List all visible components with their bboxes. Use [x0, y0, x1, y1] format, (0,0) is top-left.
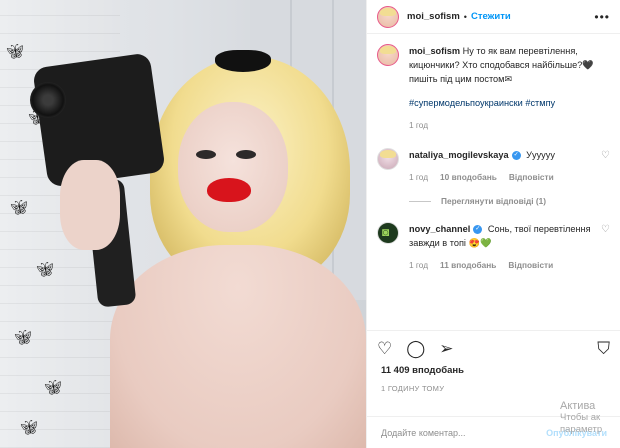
commenter-avatar[interactable]: [377, 222, 399, 244]
caption-username[interactable]: moi_sofism: [409, 46, 460, 56]
comment-heart-icon[interactable]: ♡: [601, 224, 610, 235]
comment-username[interactable]: novy_channel: [409, 224, 470, 234]
verified-badge-icon: ✓: [473, 225, 483, 235]
caption: moi_sofism Ну то як вам перевтілення, ки…: [377, 44, 610, 132]
replies-line: [409, 200, 431, 202]
caption-avatar[interactable]: [377, 44, 399, 66]
eye-left: [196, 150, 216, 159]
comments-list[interactable]: moi_sofism Ну то як вам перевтілення, ки…: [367, 34, 620, 331]
instagram-post-window: 🦋︎ 🦋︎ 🦋︎ 🦋︎ 🦋︎ 🦋︎ 🦋︎ moi_sofism • Стежит…: [0, 0, 620, 448]
comment-heart-icon[interactable]: ♡: [601, 150, 610, 161]
camera-lens: [30, 82, 66, 118]
comment-likes[interactable]: 10 вподобань: [440, 170, 497, 184]
comment-icon[interactable]: ◯: [406, 339, 425, 359]
butterfly-icon: 🦋︎: [6, 43, 24, 59]
hand: [60, 160, 120, 250]
more-options-icon[interactable]: •••: [594, 10, 610, 24]
comment-time[interactable]: 1 год: [409, 170, 428, 184]
action-bar: ♡ ◯ ➢ ⛉: [367, 331, 620, 367]
butterfly-icon: 🦋︎: [44, 379, 62, 395]
comment-text: Уууууу: [526, 150, 555, 160]
red-lips: [207, 178, 251, 202]
view-replies-label: Переглянути відповіді (1): [441, 196, 546, 206]
commenter-avatar[interactable]: [377, 148, 399, 170]
post-time[interactable]: 1 ГОДИНУ ТОМУ: [367, 384, 620, 393]
likes-count[interactable]: 11 409 вподобань: [367, 365, 620, 376]
author-avatar[interactable]: [377, 5, 399, 28]
share-icon[interactable]: ➢: [439, 339, 453, 359]
post-photo[interactable]: 🦋︎ 🦋︎ 🦋︎ 🦋︎ 🦋︎ 🦋︎ 🦋︎: [0, 0, 366, 448]
add-comment-bar: Опублікувати: [367, 416, 620, 448]
bookmark-icon[interactable]: ⛉: [597, 339, 610, 359]
comment-item: nataliya_mogilevskaya ✓ Уууууу 1 год 10 в…: [377, 148, 610, 184]
comment-item: novy_channel✓ Сонь, твої перевтілення за…: [377, 222, 610, 272]
heart-icon[interactable]: ♡: [377, 339, 392, 359]
post-side-panel: moi_sofism • Стежити ••• moi_sofism Ну т…: [366, 0, 620, 448]
reply-button[interactable]: Відповісти: [509, 170, 554, 184]
caption-hashtags[interactable]: #супермодельпоукраински #стмпу: [409, 96, 610, 110]
shoulders: [110, 245, 366, 448]
reply-button[interactable]: Відповісти: [508, 258, 553, 272]
comment-input[interactable]: [381, 427, 547, 438]
watermark-line: Актива: [560, 400, 596, 412]
comment-time[interactable]: 1 год: [409, 258, 428, 272]
face: [178, 102, 288, 232]
butterfly-icon: 🦋︎: [10, 199, 28, 215]
post-header: moi_sofism • Стежити •••: [367, 0, 620, 34]
caption-time[interactable]: 1 год: [409, 118, 428, 132]
black-bow: [215, 50, 271, 72]
eye-right: [236, 150, 256, 159]
comment-likes[interactable]: 11 вподобань: [440, 258, 496, 272]
follow-button[interactable]: Стежити: [471, 11, 511, 22]
verified-badge-icon: ✓: [511, 151, 521, 161]
publish-button[interactable]: Опублікувати: [546, 428, 607, 438]
butterfly-icon: 🦋︎: [20, 419, 38, 435]
author-username[interactable]: moi_sofism: [407, 11, 460, 22]
butterfly-icon: 🦋︎: [14, 329, 32, 345]
butterfly-icon: 🦋︎: [36, 261, 54, 277]
comment-username[interactable]: nataliya_mogilevskaya: [409, 150, 509, 160]
separator-dot: •: [463, 11, 467, 22]
view-replies-button[interactable]: Переглянути відповіді (1): [409, 196, 610, 206]
